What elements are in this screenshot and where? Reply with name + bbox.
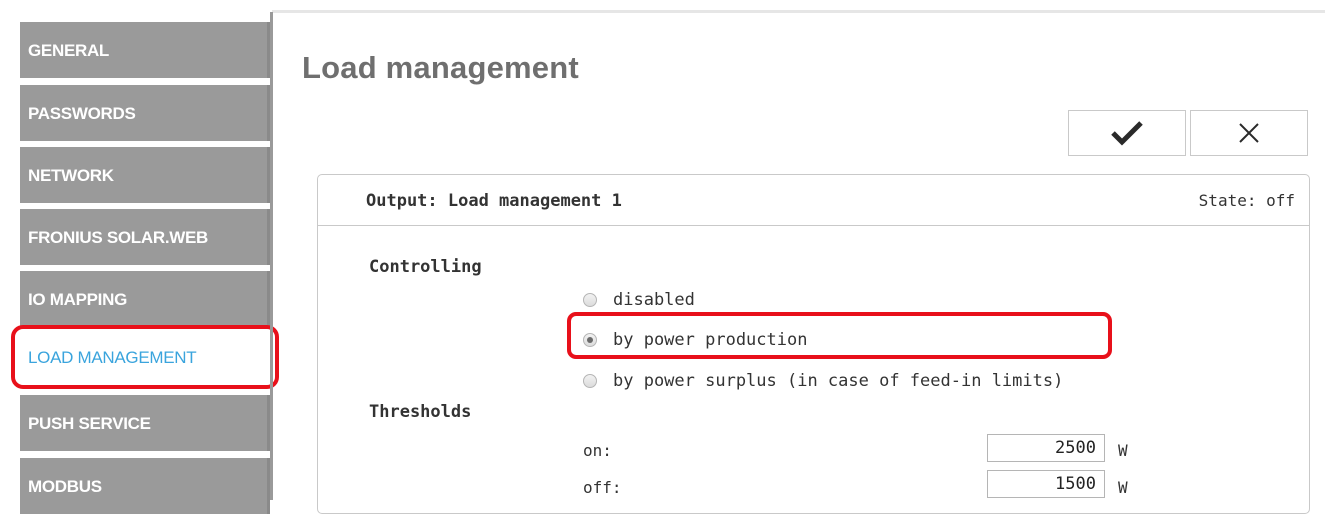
sidebar-item-passwords[interactable]: PASSWORDS <box>20 85 270 141</box>
sidebar-item-label: NETWORK <box>28 165 114 185</box>
sidebar-item-load-management[interactable]: LOAD MANAGEMENT <box>20 330 270 384</box>
sidebar-item-label: FRONIUS SOLAR.WEB <box>28 227 209 247</box>
confirm-button[interactable] <box>1068 110 1186 156</box>
status-badge: State: off <box>1198 191 1295 210</box>
sidebar-item-network[interactable]: NETWORK <box>20 147 270 203</box>
threshold-off-input[interactable] <box>987 470 1105 498</box>
sidebar: GENERAL PASSWORDS NETWORK FRONIUS SOLAR.… <box>0 0 279 514</box>
threshold-on-input[interactable] <box>987 434 1105 462</box>
radio-button[interactable] <box>583 374 597 388</box>
top-divider <box>272 10 1325 13</box>
sidebar-item-label: LOAD MANAGEMENT <box>28 347 197 367</box>
radio-label: disabled <box>613 290 695 310</box>
page-title: Load management <box>302 50 579 85</box>
sidebar-item-general[interactable]: GENERAL <box>20 22 270 78</box>
output-panel: Output: Load management 1 State: off <box>317 174 1310 514</box>
controlling-label: Controlling <box>369 257 482 277</box>
sidebar-item-io-mapping[interactable]: IO MAPPING <box>20 271 270 327</box>
sidebar-item-fronius-solar-web[interactable]: FRONIUS SOLAR.WEB <box>20 209 270 265</box>
checkmark-icon <box>1111 121 1143 146</box>
sidebar-item-label: PASSWORDS <box>28 103 136 123</box>
close-icon <box>1239 123 1259 143</box>
sidebar-item-label: PUSH SERVICE <box>28 413 151 433</box>
panel-header: Output: Load management 1 State: off <box>318 175 1309 226</box>
threshold-on-unit: W <box>1118 441 1128 460</box>
threshold-off-unit: W <box>1118 478 1128 497</box>
thresholds-label: Thresholds <box>369 402 472 422</box>
radio-option-disabled[interactable]: disabled <box>583 287 695 313</box>
radio-option-power-production[interactable]: by power production <box>583 327 807 353</box>
panel-title: Output: Load management 1 <box>366 191 622 211</box>
threshold-on-label: on: <box>583 441 612 460</box>
radio-option-power-surplus[interactable]: by power surplus (in case of feed-in lim… <box>583 368 1063 394</box>
sidebar-item-label: GENERAL <box>28 40 110 60</box>
radio-label: by power production <box>613 330 808 350</box>
radio-label: by power surplus (in case of feed-in lim… <box>613 371 1064 391</box>
sidebar-item-modbus[interactable]: MODBUS <box>20 458 270 514</box>
radio-button[interactable] <box>583 293 597 307</box>
content-frame-edge <box>270 12 273 500</box>
sidebar-item-push-service[interactable]: PUSH SERVICE <box>20 395 270 451</box>
threshold-off-label: off: <box>583 478 622 497</box>
sidebar-item-label: MODBUS <box>28 476 102 496</box>
radio-button-checked[interactable] <box>583 333 597 347</box>
cancel-button[interactable] <box>1190 110 1308 156</box>
sidebar-item-label: IO MAPPING <box>28 289 128 309</box>
